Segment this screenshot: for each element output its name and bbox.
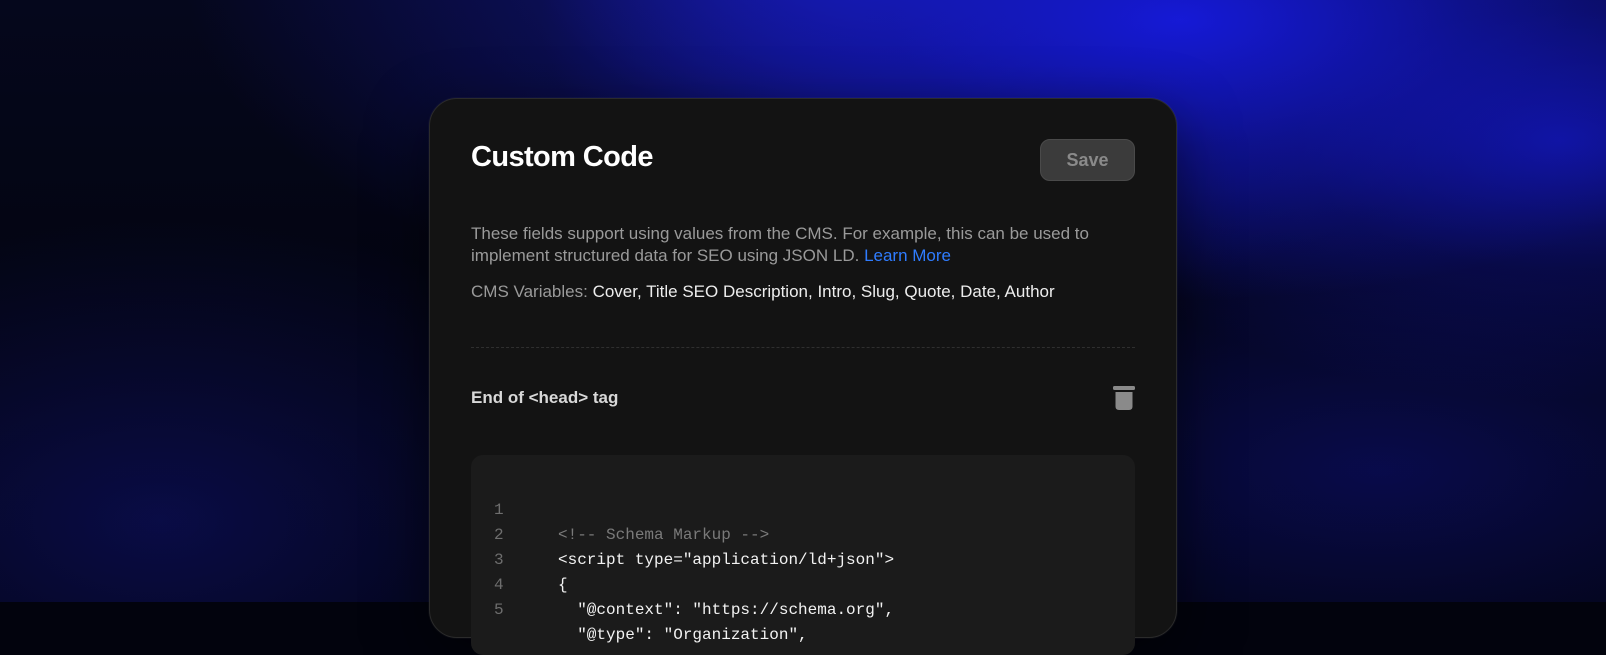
line-code: <!-- Schema Markup -->	[558, 526, 770, 544]
code-line: 1 <!-- Schema Markup -->	[471, 473, 769, 544]
code-line: 4 "@context": "https://schema.org",	[471, 548, 894, 619]
line-code: <script type="application/ld+json">	[558, 551, 895, 569]
code-line: 5 "@type": "Organization",	[471, 573, 808, 644]
save-button[interactable]: Save	[1040, 139, 1135, 181]
code-line: 2 <script type="application/ld+json">	[471, 498, 894, 569]
delete-button[interactable]	[1113, 385, 1135, 411]
line-code: {	[558, 576, 568, 594]
head-tag-section-label: End of <head> tag	[471, 388, 619, 407]
panel-title: Custom Code	[471, 141, 654, 173]
code-line: 3 {	[471, 523, 568, 594]
cms-variables: CMS Variables: Cover, Title SEO Descript…	[471, 281, 1055, 303]
line-code: "@type": "Organization",	[558, 626, 808, 644]
custom-code-panel: Custom Code Save These fields support us…	[429, 98, 1177, 655]
learn-more-link[interactable]: Learn More	[864, 246, 951, 265]
cms-variables-label: CMS Variables:	[471, 282, 588, 301]
code-editor[interactable]: 1 <!-- Schema Markup --> 2 <script type=…	[471, 455, 1135, 655]
description-text: These fields support using values from t…	[471, 224, 1089, 265]
panel-description: These fields support using values from t…	[471, 223, 1136, 267]
section-divider	[471, 347, 1135, 348]
trash-icon	[1113, 386, 1135, 410]
cms-variables-values: Cover, Title SEO Description, Intro, Slu…	[592, 282, 1055, 301]
